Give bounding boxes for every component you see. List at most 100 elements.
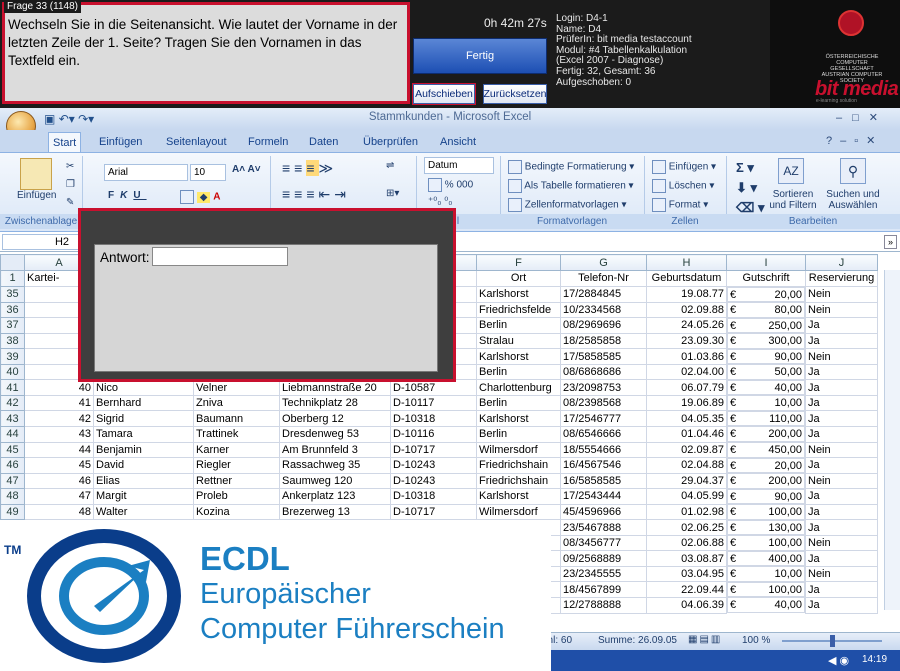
font-size-select[interactable]: 10 [190, 164, 226, 181]
cell-c[interactable]: Baumann [193, 410, 280, 427]
cell-a[interactable]: 44 [24, 441, 94, 459]
cell-a[interactable]: 40 [24, 379, 94, 396]
cell-f[interactable]: Berlin [476, 317, 561, 334]
cell-f[interactable]: Charlottenburg [476, 379, 561, 396]
tab-einfuegen[interactable]: Einfügen [95, 132, 146, 152]
row-header[interactable]: 48 [0, 488, 25, 505]
cell-j[interactable]: Ja [805, 394, 878, 412]
align-horizontal-buttons[interactable]: ≡≡≡⇤⇥ [282, 186, 350, 203]
cell-d[interactable]: Brezerweg 13 [279, 503, 391, 521]
row-header[interactable]: 36 [0, 301, 25, 319]
row-header[interactable]: 49 [0, 503, 25, 521]
tab-start[interactable]: Start [48, 132, 82, 152]
cell-j[interactable]: Ja [805, 457, 878, 474]
cell-g[interactable]: 17/5858585 [560, 348, 647, 365]
cell-j[interactable]: Ja [805, 363, 878, 381]
wb-restore-icon[interactable]: ▫ [854, 135, 866, 147]
cell-i[interactable]: €100,00 [727, 535, 805, 551]
zoom-level[interactable]: 100 % [742, 635, 770, 646]
cell-g[interactable]: 17/2543444 [560, 488, 647, 505]
sort-filter-button[interactable]: Sortieren und Filtern [762, 189, 824, 211]
cell-i[interactable]: €100,00 [727, 581, 805, 598]
cell-i[interactable]: €200,00 [727, 473, 805, 489]
window-controls[interactable]: –□✕ [836, 111, 888, 124]
cell-f[interactable]: Karlshorst [476, 348, 561, 365]
save-icon[interactable]: ▣ [44, 112, 55, 126]
cell-h[interactable]: 29.04.37 [646, 472, 727, 490]
cell-i[interactable]: €100,00 [727, 504, 805, 520]
view-buttons[interactable]: ▦▤▥ [688, 634, 722, 645]
column-header-j[interactable]: J [805, 254, 878, 271]
cell-h[interactable]: 04.05.99 [646, 488, 727, 505]
cell-h[interactable]: 23.09.30 [646, 332, 727, 350]
answer-input[interactable] [152, 247, 288, 266]
cell-a[interactable]: 43 [24, 425, 94, 443]
find-select-button[interactable]: Suchen und Auswählen [822, 189, 884, 211]
cell-j[interactable]: Ja [805, 519, 878, 536]
cell-g[interactable]: 08/2398568 [560, 394, 647, 412]
cell-i[interactable]: €10,00 [727, 395, 805, 411]
cell-j[interactable]: Nein [805, 534, 878, 552]
cell-j[interactable]: Nein [805, 301, 878, 319]
cell-b[interactable]: Walter [93, 503, 194, 521]
cell-h[interactable]: 04.06.39 [646, 596, 727, 614]
cell-e[interactable]: D-10243 [390, 472, 477, 490]
row-header[interactable]: 45 [0, 441, 25, 459]
tab-ueberpruefen[interactable]: Überprüfen [359, 132, 422, 152]
font-color-icon[interactable]: A [213, 192, 220, 203]
cell-a[interactable]: 47 [24, 488, 94, 505]
cell-f[interactable]: Berlin [476, 363, 561, 381]
cell-i[interactable]: €250,00 [727, 317, 805, 334]
row-header[interactable]: 42 [0, 394, 25, 412]
cell-b[interactable]: Nico [93, 379, 194, 396]
cell-h[interactable]: 19.08.77 [646, 285, 727, 303]
cell-b[interactable]: Elias [93, 472, 194, 490]
font-name-select[interactable]: Arial [104, 164, 188, 181]
redo-icon[interactable]: ↷▾ [78, 112, 94, 126]
row-header[interactable]: 39 [0, 348, 25, 365]
cell-i[interactable]: €400,00 [727, 550, 805, 567]
cell-j[interactable]: Nein [805, 472, 878, 490]
cell-h[interactable]: 02.09.88 [646, 301, 727, 319]
underline-icon[interactable]: U [133, 190, 146, 201]
cell-h[interactable]: 02.04.00 [646, 363, 727, 381]
cell-h[interactable]: 01.03.86 [646, 348, 727, 365]
cut-icon[interactable]: ✂ [66, 158, 75, 176]
cell-b[interactable]: David [93, 457, 194, 474]
cell-g[interactable]: 23/2098753 [560, 379, 647, 396]
cell-f[interactable]: Karlshorst [476, 285, 561, 303]
wb-close-icon[interactable]: ✕ [866, 135, 883, 147]
cell-header[interactable]: Geburtsdatum [646, 270, 727, 287]
cell-g[interactable]: 16/5858585 [560, 472, 647, 490]
cell-header[interactable]: Reservierung [805, 270, 878, 287]
cell-c[interactable]: Kozina [193, 503, 280, 521]
cell-j[interactable]: Ja [805, 425, 878, 443]
cell-e[interactable]: D-10587 [390, 379, 477, 396]
cell-g[interactable]: 17/2546777 [560, 410, 647, 427]
currency-icon[interactable] [428, 178, 442, 192]
cell-g[interactable]: 23/5467888 [560, 519, 647, 536]
fill-icon[interactable]: ⬇ ▾ [736, 178, 765, 198]
cell-g[interactable]: 08/6868686 [560, 363, 647, 381]
cell-h[interactable]: 02.06.88 [646, 534, 727, 552]
cell-g[interactable]: 12/2788888 [560, 596, 647, 614]
cell-h[interactable]: 01.02.98 [646, 503, 727, 521]
cell-d[interactable]: Dresdenweg 53 [279, 425, 391, 443]
column-header-f[interactable]: F [476, 254, 561, 271]
cell-j[interactable]: Ja [805, 410, 878, 427]
cell-i[interactable]: €300,00 [727, 333, 805, 349]
cell-b[interactable]: Sigrid [93, 410, 194, 427]
clipboard-tools[interactable]: ✂ ❐ ✎ [66, 158, 75, 212]
row-header[interactable]: 38 [0, 332, 25, 350]
cell-a[interactable]: 45 [24, 457, 94, 474]
column-header-i[interactable]: I [726, 254, 806, 271]
row-header[interactable]: 47 [0, 472, 25, 490]
cell-f[interactable]: Friedrichshain [476, 472, 561, 490]
cell-h[interactable]: 02.09.87 [646, 441, 727, 459]
cell-d[interactable]: Am Brunnfeld 3 [279, 441, 391, 459]
binoculars-icon[interactable]: ⚲ [840, 158, 866, 184]
maximize-icon[interactable]: □ [852, 112, 869, 124]
cell-e[interactable]: D-10318 [390, 410, 477, 427]
cell-c[interactable]: Trattinek [193, 425, 280, 443]
cell-j[interactable]: Ja [805, 596, 878, 614]
